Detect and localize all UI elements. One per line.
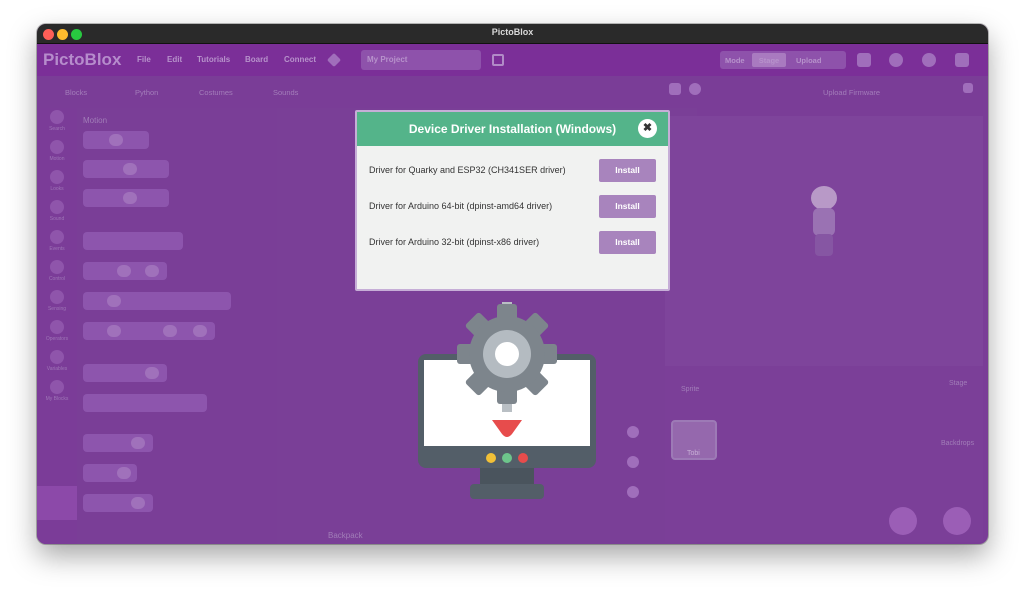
green-flag-icon[interactable] (669, 83, 681, 95)
category-label: Sound (49, 216, 65, 222)
motion-block[interactable] (83, 322, 215, 340)
category-sensing-icon[interactable] (50, 290, 64, 304)
rocket-icon[interactable] (326, 52, 342, 68)
backpack-label[interactable]: Backpack (328, 531, 363, 540)
install-arduino-64bit-button[interactable]: Install (599, 195, 656, 218)
driver-row: Driver for Arduino 32-bit (dpinst-x86 dr… (357, 231, 668, 255)
sprite-character[interactable] (801, 186, 847, 260)
motion-block[interactable] (83, 189, 169, 207)
category-looks-icon[interactable] (50, 170, 64, 184)
mode-label: Mode (725, 56, 745, 65)
tab-costumes[interactable]: Costumes (199, 88, 233, 97)
close-icon[interactable]: ✖ (638, 119, 657, 138)
motion-block[interactable] (83, 464, 137, 482)
driver-row: Driver for Quarky and ESP32 (CH341SER dr… (357, 159, 668, 183)
menu-connect[interactable]: Connect (284, 55, 316, 64)
driver-label: Driver for Arduino 32-bit (dpinst-x86 dr… (369, 237, 540, 247)
mode-switch[interactable]: Mode Stage Upload (720, 51, 846, 69)
motion-block[interactable] (83, 262, 167, 280)
sprite-name: Tobi (687, 450, 700, 457)
driver-row: Driver for Arduino 64-bit (dpinst-amd64 … (357, 195, 668, 219)
tab-python[interactable]: Python (135, 88, 158, 97)
category-label: Motion (49, 156, 65, 162)
category-search-icon[interactable] (50, 110, 64, 124)
app-logo: PictoBlox (43, 50, 122, 69)
category-label: Search (49, 126, 65, 132)
category-label: Control (48, 276, 66, 282)
category-palette: Search Motion Looks Sound Events Control… (37, 108, 77, 544)
driver-install-illustration (418, 302, 596, 499)
menu-edit[interactable]: Edit (167, 55, 182, 64)
add-sprite-button[interactable] (889, 507, 917, 535)
category-variables-icon[interactable] (50, 350, 64, 364)
sprite-thumbnail[interactable]: Tobi (671, 420, 717, 460)
category-operators-icon[interactable] (50, 320, 64, 334)
driver-label: Driver for Quarky and ESP32 (CH341SER dr… (369, 165, 566, 175)
title-bar: PictoBlox (37, 24, 988, 44)
extension-button[interactable] (37, 486, 77, 520)
blocks-palette: Motion (77, 108, 277, 544)
upload-firmware-button[interactable]: Upload Firmware (823, 88, 880, 97)
dialog-header: Device Driver Installation (Windows) ✖ (357, 112, 668, 146)
motion-block[interactable] (83, 364, 167, 382)
stage-panel-label: Stage (949, 380, 968, 387)
category-label: Looks (50, 186, 64, 192)
motion-block[interactable] (83, 160, 169, 178)
driver-label: Driver for Arduino 64-bit (dpinst-amd64 … (369, 201, 553, 211)
globe-icon[interactable] (922, 53, 936, 67)
motion-block[interactable] (83, 434, 153, 452)
save-icon[interactable] (492, 54, 504, 66)
category-label: My Blocks (45, 396, 69, 402)
category-label: Variables (46, 366, 68, 372)
category-label: Sensing (47, 306, 67, 312)
menu-file[interactable]: File (137, 55, 151, 64)
connection-icon[interactable] (955, 53, 969, 67)
category-label: Events (49, 246, 65, 252)
stop-icon[interactable] (689, 83, 701, 95)
motion-block[interactable] (83, 494, 153, 512)
category-motion-icon[interactable] (50, 140, 64, 154)
motion-block[interactable] (83, 232, 183, 250)
category-sound-icon[interactable] (50, 200, 64, 214)
category-control-icon[interactable] (50, 260, 64, 274)
category-events-icon[interactable] (50, 230, 64, 244)
motion-block[interactable] (83, 131, 149, 149)
menu-board[interactable]: Board (245, 55, 268, 64)
sprite-label: Sprite (681, 386, 700, 393)
motion-block[interactable] (83, 394, 207, 412)
motion-block[interactable] (83, 292, 231, 310)
fullscreen-icon[interactable] (963, 83, 973, 93)
project-name-input[interactable]: My Project (361, 50, 481, 70)
mode-stage-option[interactable]: Stage (752, 53, 786, 67)
backdrops-label: Backdrops (941, 440, 975, 447)
category-label: Operators (45, 336, 69, 342)
window-title: PictoBlox (491, 27, 534, 37)
install-quarky-esp32-button[interactable]: Install (599, 159, 656, 182)
category-my-blocks-icon[interactable] (50, 380, 64, 394)
dialog-title: Device Driver Installation (Windows) (408, 122, 617, 136)
menu-bar: PictoBlox File Edit Tutorials Board Conn… (37, 44, 988, 76)
driver-installation-dialog: Device Driver Installation (Windows) ✖ D… (355, 110, 670, 291)
tutorial-book-icon[interactable] (857, 53, 871, 67)
palette-section-title: Motion (83, 116, 108, 125)
install-arduino-32bit-button[interactable]: Install (599, 231, 656, 254)
menu-tutorials[interactable]: Tutorials (197, 55, 230, 64)
gear-icon[interactable] (889, 53, 903, 67)
mode-upload-option[interactable]: Upload (796, 56, 821, 65)
editor-tabs-bar: Blocks Python Costumes Sounds Upload Fir… (37, 76, 988, 108)
tab-sounds[interactable]: Sounds (273, 88, 298, 97)
tab-blocks[interactable]: Blocks (65, 88, 87, 97)
add-backdrop-button[interactable] (943, 507, 971, 535)
